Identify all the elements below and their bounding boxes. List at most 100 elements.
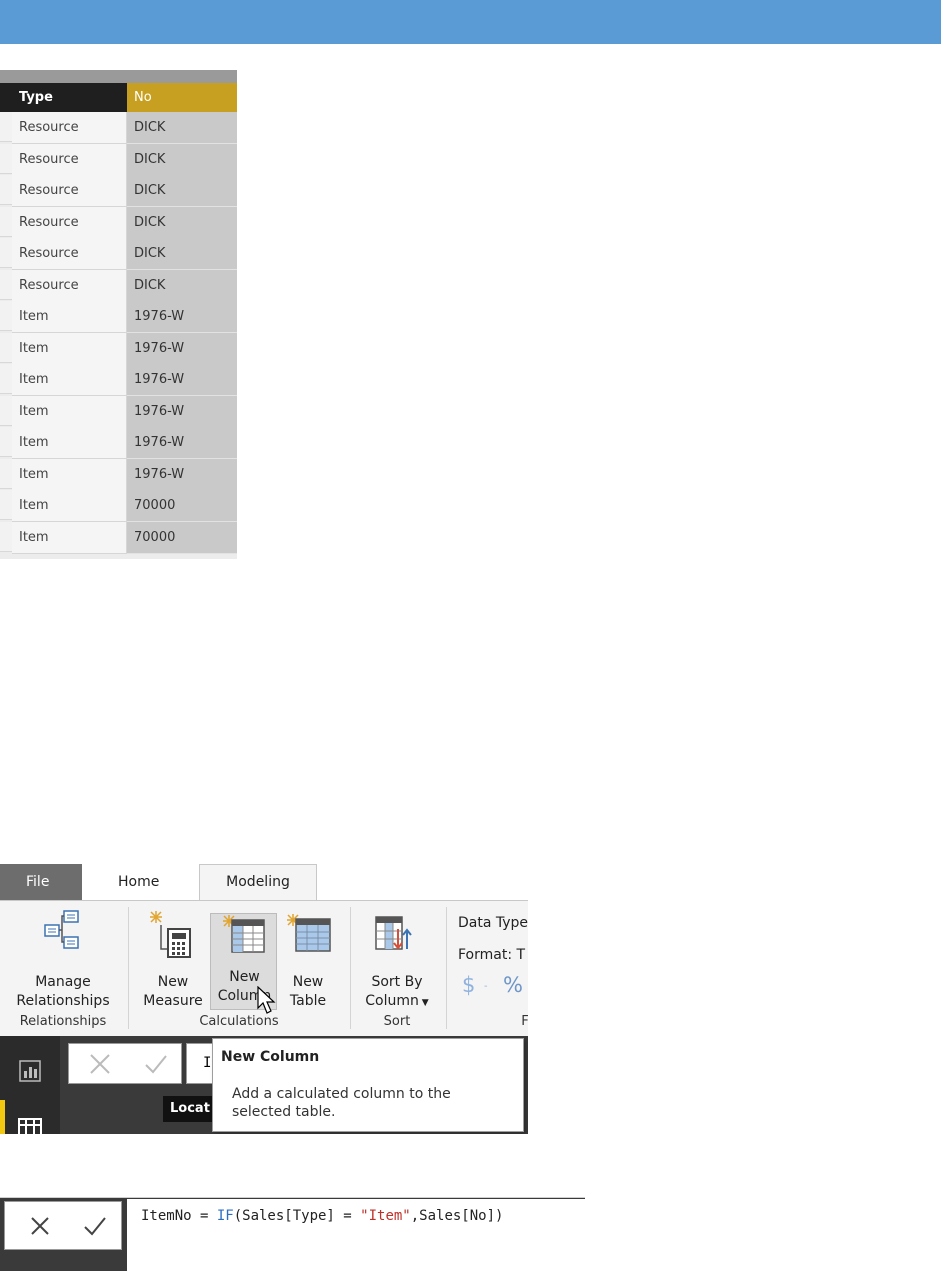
table-cell-no[interactable]: DICK	[127, 238, 237, 270]
row-selector[interactable]	[0, 396, 12, 426]
tooltip-title: New Column	[221, 1049, 320, 1065]
table-cell-type[interactable]: Item	[12, 427, 127, 459]
new-measure-button[interactable]: New Measure	[138, 909, 208, 1009]
tab-file[interactable]: File	[0, 864, 82, 900]
group-separator	[446, 907, 447, 1029]
row-selector[interactable]	[0, 427, 12, 457]
table-cell-type[interactable]: Item	[12, 490, 127, 522]
row-selector[interactable]	[0, 112, 12, 142]
table-cell-no[interactable]: 1976-W	[127, 459, 237, 491]
row-selector[interactable]	[0, 364, 12, 394]
table-cell-no[interactable]: 1976-W	[127, 427, 237, 459]
row-selector[interactable]	[0, 175, 12, 205]
active-view-indicator	[0, 1100, 5, 1134]
sort-by-column-icon	[375, 916, 412, 950]
row-selector[interactable]	[0, 144, 12, 174]
commit-icon[interactable]	[82, 1213, 108, 1239]
table-top-border	[0, 70, 237, 83]
sort-by-column-button[interactable]: Sort By Column ▼	[354, 909, 440, 1009]
tooltip-description: Add a calculated column to the selected …	[232, 1086, 451, 1120]
formula-literal: "Item"	[360, 1208, 411, 1224]
table-cell-no[interactable]: DICK	[127, 207, 237, 239]
table-cell-no[interactable]: 1976-W	[127, 301, 237, 333]
group-label-relationships: Relationships	[19, 1014, 107, 1029]
formula-editor[interactable]: ItemNo = IF(Sales[Type] = "Item",Sales[N…	[127, 1199, 585, 1271]
table-cell-no[interactable]: 1976-W	[127, 396, 237, 428]
row-selector[interactable]	[0, 459, 12, 489]
row-selector-header	[0, 83, 12, 112]
table-cell-type[interactable]: Resource	[12, 238, 127, 270]
table-cell-no[interactable]: 1976-W	[127, 333, 237, 365]
table-cell-no[interactable]: 70000	[127, 490, 237, 522]
column-label-line1: New	[229, 969, 260, 985]
row-selector[interactable]	[0, 238, 12, 268]
formula-open: (Sales[Type] =	[233, 1208, 361, 1224]
group-label-sort: Sort	[383, 1014, 411, 1029]
ribbon-body: Manage Relationships New Measure New Col…	[0, 900, 528, 1037]
new-table-button[interactable]: New Table	[280, 909, 336, 1009]
table-cell-type[interactable]: Resource	[12, 207, 127, 239]
group-separator	[128, 907, 129, 1029]
manage-relationships-icon	[44, 910, 79, 949]
table-cell-no[interactable]: 70000	[127, 522, 237, 554]
sort-label-text: Column	[365, 993, 419, 1009]
percent-format-button[interactable]: %	[503, 973, 523, 997]
table-cell-type[interactable]: Resource	[12, 270, 127, 302]
manage-relationships-button[interactable]: Manage Relationships	[4, 909, 122, 1009]
row-selector[interactable]	[0, 207, 12, 237]
new-table-icon	[287, 914, 331, 952]
data-view-icon[interactable]	[18, 1118, 42, 1134]
table-cell-type[interactable]: Item	[12, 333, 127, 365]
cancel-icon[interactable]	[27, 1213, 53, 1239]
table-cell-type[interactable]: Resource	[12, 112, 127, 144]
row-selector[interactable]	[0, 301, 12, 331]
table-cell-type[interactable]: Item	[12, 459, 127, 491]
formula-prefix: ItemNo =	[141, 1208, 217, 1224]
measure-label-line1: New	[157, 974, 189, 990]
row-selector[interactable]	[0, 490, 12, 520]
format-dropdown[interactable]: Format: T	[458, 947, 525, 963]
row-selector[interactable]	[0, 522, 12, 552]
group-separator	[350, 907, 351, 1029]
table-cell-no[interactable]: DICK	[127, 144, 237, 176]
row-selector[interactable]	[0, 270, 12, 300]
formula-action-buttons	[4, 1201, 122, 1250]
table-cell-type[interactable]: Resource	[12, 144, 127, 176]
group-label-calculations: Calculations	[199, 1014, 279, 1029]
new-measure-icon	[150, 911, 191, 958]
data-type-dropdown[interactable]: Data Type	[458, 915, 528, 931]
column-header-type[interactable]: Type	[12, 83, 127, 112]
table-cell-type[interactable]: Resource	[12, 175, 127, 207]
ribbon-screenshot: File Home Modeling Manage Relationships	[0, 862, 528, 1134]
data-table: Type No Resource DICK Resource DICK Resource…	[0, 70, 237, 559]
table-cell-no[interactable]: DICK	[127, 270, 237, 302]
row-selector[interactable]	[0, 333, 12, 363]
table-cell-type[interactable]: Item	[12, 522, 127, 554]
new-column-tooltip: New Column Add a calculated column to th…	[212, 1038, 524, 1132]
table-label-line2: Table	[289, 993, 327, 1009]
formula-rest: ,Sales[No])	[410, 1208, 504, 1224]
table-cell-type[interactable]: Item	[12, 396, 127, 428]
formula-bar-screenshot: ItemNo = IF(Sales[Type] = "Item",Sales[N…	[0, 1188, 585, 1271]
table-label-line1: New	[292, 974, 324, 990]
tab-home[interactable]: Home	[100, 864, 190, 900]
column-header-no[interactable]: No	[127, 83, 237, 112]
group-label-formatting: F	[521, 1014, 528, 1029]
commit-icon[interactable]	[143, 1051, 169, 1077]
chevron-down-icon: -	[484, 981, 488, 992]
cancel-icon[interactable]	[87, 1051, 113, 1077]
tab-modeling[interactable]: Modeling	[199, 864, 317, 901]
table-cell-type[interactable]: Item	[12, 364, 127, 396]
dax-formula: ItemNo = IF(Sales[Type] = "Item",Sales[N…	[141, 1208, 503, 1224]
table-cell-no[interactable]: 1976-W	[127, 364, 237, 396]
measure-label-line2: Measure	[143, 993, 203, 1009]
ribbon-tab-bar: File Home Modeling	[0, 862, 528, 901]
table-cell-type[interactable]: Item	[12, 301, 127, 333]
table-cell-no[interactable]: DICK	[127, 175, 237, 207]
mouse-cursor-icon	[257, 986, 276, 1014]
formula-top-strip	[0, 1188, 585, 1198]
currency-format-button[interactable]: $	[462, 973, 475, 997]
table-cell-no[interactable]: DICK	[127, 112, 237, 144]
left-view-nav	[0, 1036, 60, 1134]
report-view-icon[interactable]	[18, 1059, 42, 1083]
